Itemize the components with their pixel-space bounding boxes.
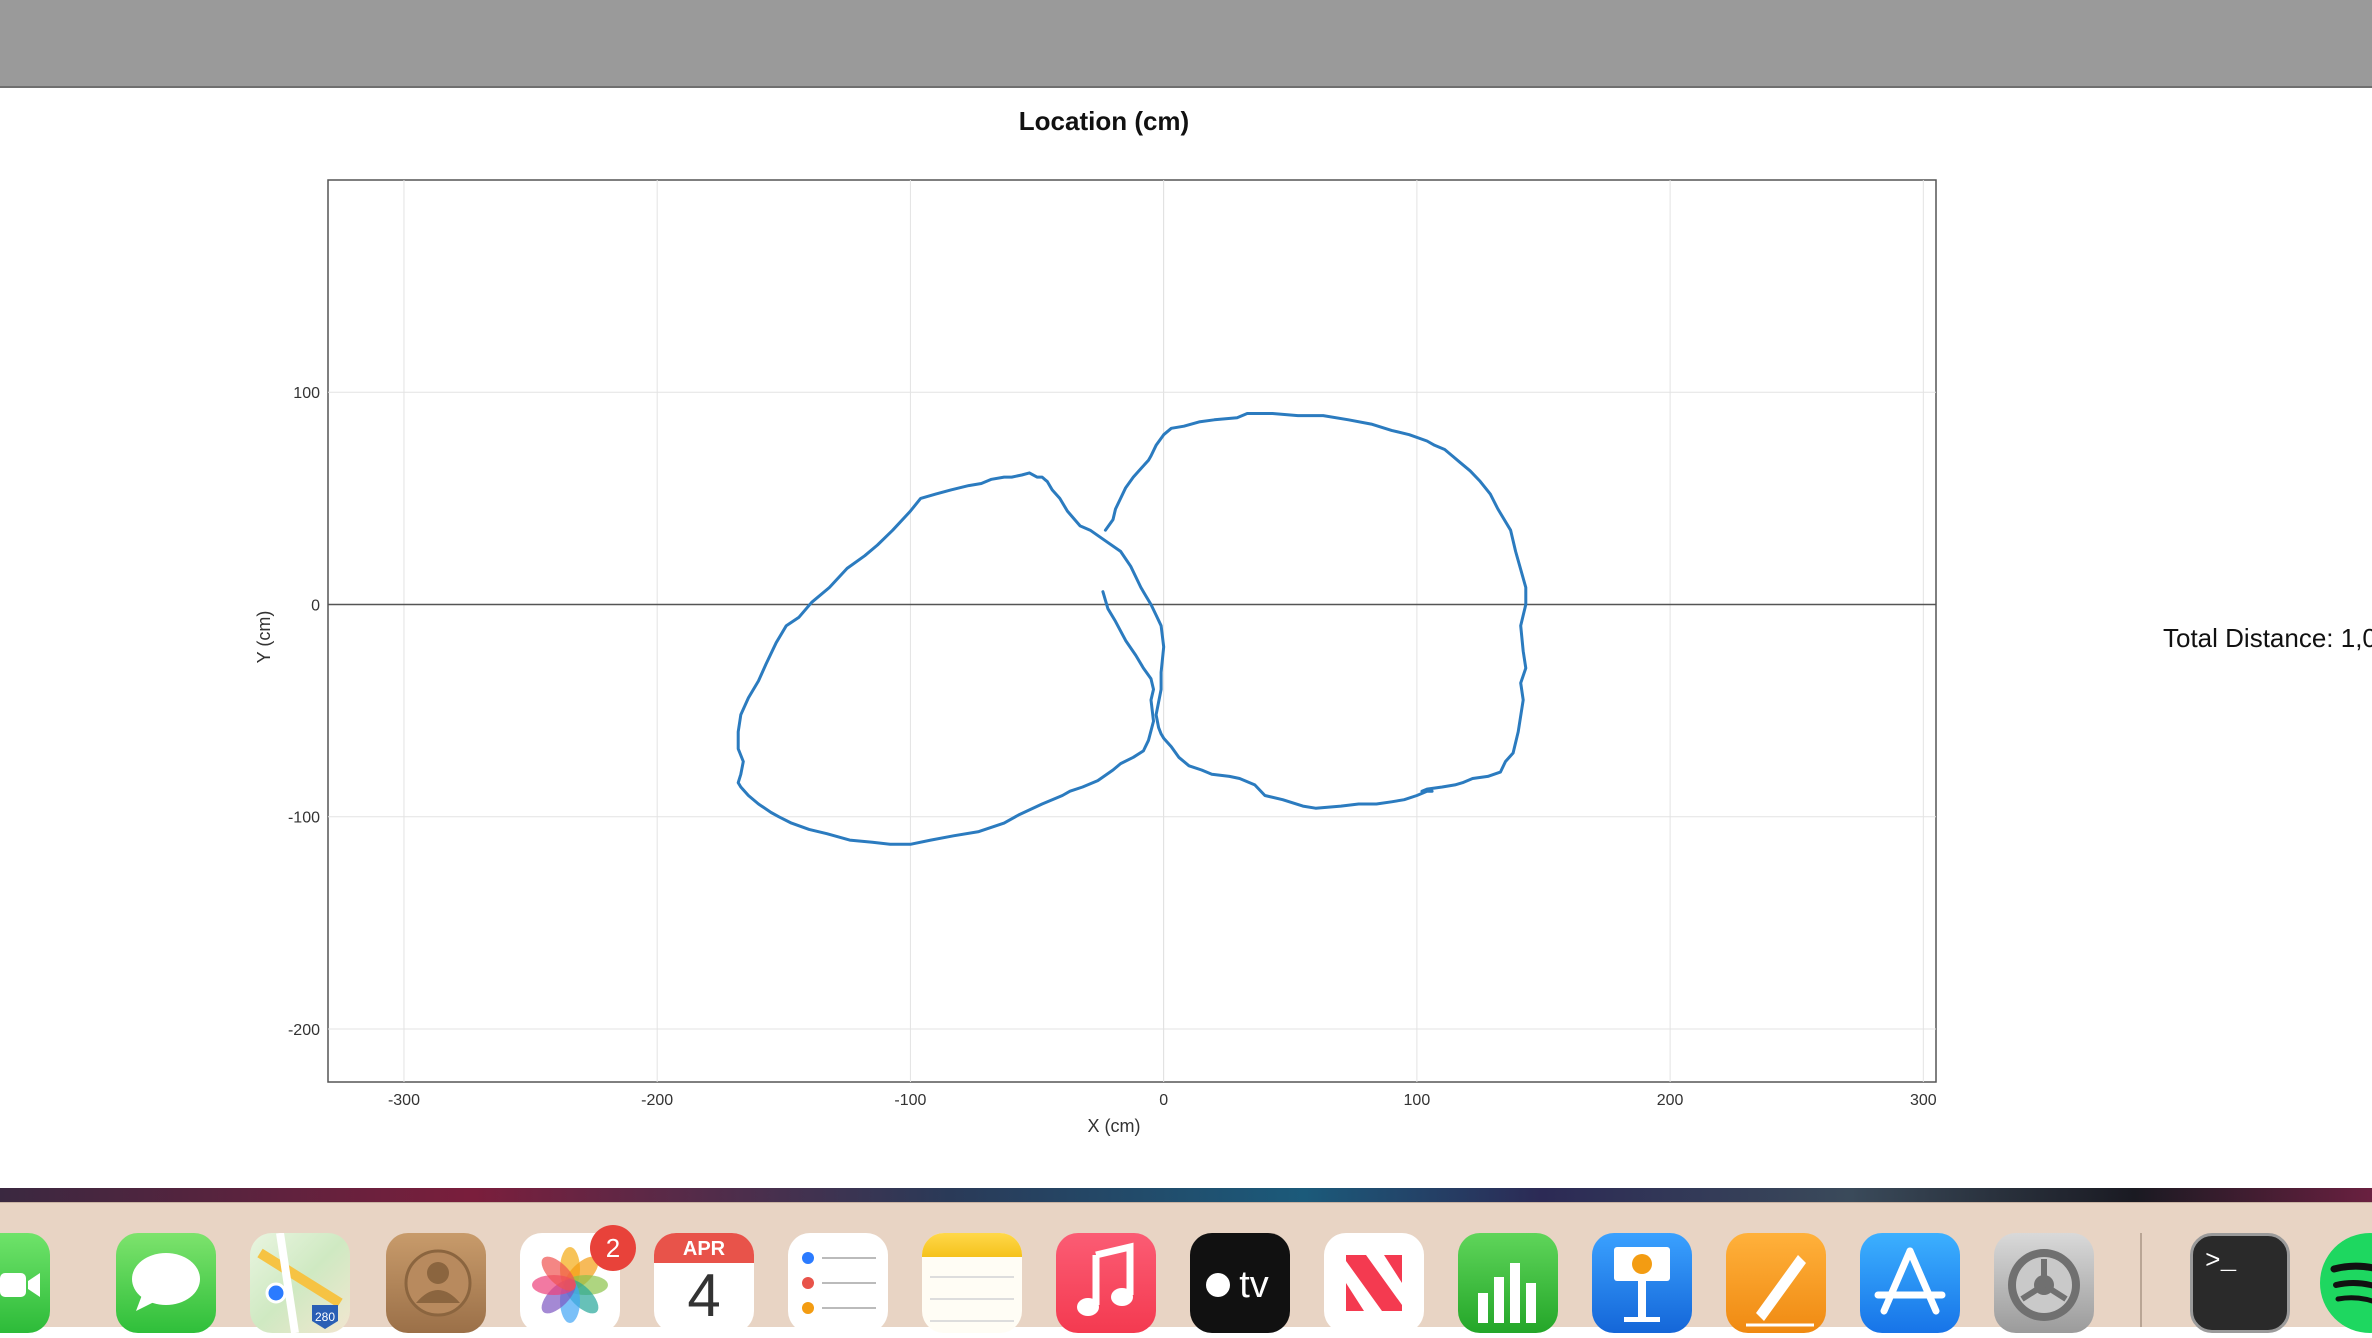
messages-icon[interactable]: [116, 1233, 216, 1333]
app-store-icon[interactable]: [1860, 1233, 1960, 1333]
x-tick-label: 100: [1404, 1092, 1431, 1109]
y-axis-label: Y (cm): [254, 611, 274, 664]
y-tick-label: -100: [288, 810, 320, 827]
calendar-icon[interactable]: APR 4: [654, 1233, 754, 1333]
y-tick-label: 0: [311, 597, 320, 614]
apple-tv-icon[interactable]: tv: [1190, 1233, 1290, 1333]
terminal-prompt: >_: [2205, 1246, 2237, 1276]
photos-notification-badge: 2: [590, 1225, 636, 1271]
x-axis-label: X (cm): [1088, 1116, 1141, 1136]
y-tick-label: 100: [293, 385, 320, 402]
location-chart: -300 -200 -100 0 100 200 300 100 0 -100 -200 X (cm…: [254, 179, 1937, 1136]
x-tick-label: -300: [388, 1092, 420, 1109]
facetime-icon[interactable]: [0, 1233, 50, 1333]
system-preferences-icon[interactable]: [1994, 1233, 2094, 1333]
notes-icon[interactable]: [922, 1233, 1022, 1333]
numbers-icon[interactable]: [1458, 1233, 1558, 1333]
dock: 280 2 APR 4 tv >_: [0, 1202, 2372, 1333]
maps-shield-label: 280: [315, 1310, 335, 1324]
calendar-month: APR: [654, 1233, 754, 1263]
x-tick-label: 300: [1910, 1092, 1937, 1109]
x-tick-label: 200: [1657, 1092, 1684, 1109]
pages-icon[interactable]: [1726, 1233, 1826, 1333]
news-icon[interactable]: [1324, 1233, 1424, 1333]
contacts-icon[interactable]: [386, 1233, 486, 1333]
maps-icon[interactable]: 280: [250, 1233, 350, 1333]
total-distance-label: Total Distance: 1,0: [2163, 623, 2372, 653]
dock-divider: [2140, 1233, 2142, 1327]
y-tick-label: -200: [288, 1022, 320, 1039]
reminders-icon[interactable]: [788, 1233, 888, 1333]
photos-icon[interactable]: 2: [520, 1225, 636, 1333]
x-tick-label: 0: [1159, 1092, 1168, 1109]
terminal-icon[interactable]: >_: [2190, 1233, 2290, 1333]
spotify-icon[interactable]: [2320, 1233, 2372, 1333]
keynote-icon[interactable]: [1592, 1233, 1692, 1333]
music-icon[interactable]: [1056, 1233, 1156, 1333]
plot-frame: [327, 179, 1937, 1083]
x-tick-label: -100: [894, 1092, 926, 1109]
window-title-bar: [0, 0, 2372, 88]
app-content: Location (cm) -300 -200 -100 0 100 200 300 100 0…: [0, 88, 2372, 1256]
x-tick-label: -200: [641, 1092, 673, 1109]
calendar-day: 4: [687, 1262, 721, 1329]
apple-tv-label: tv: [1239, 1264, 1269, 1306]
